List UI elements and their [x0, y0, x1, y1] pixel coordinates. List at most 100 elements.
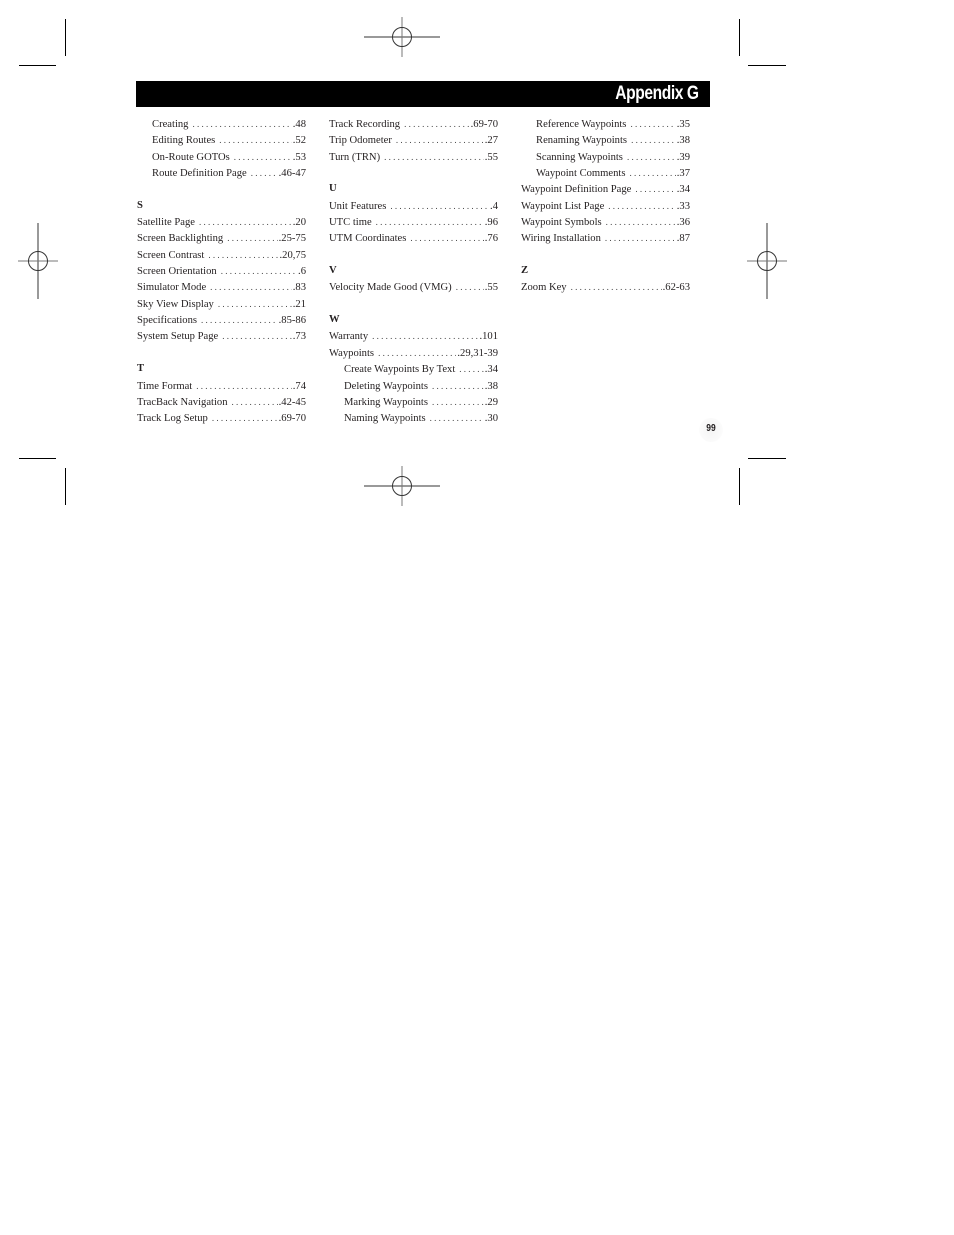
- entry-page-reference: .85-86: [278, 315, 306, 327]
- entry-page-reference: .55: [484, 151, 498, 163]
- index-entry: Time Format .74: [137, 378, 306, 394]
- entry-label: System Setup Page: [137, 331, 219, 343]
- entry-page-reference: .21: [292, 298, 306, 310]
- dot-leader: [218, 296, 292, 312]
- entry-label: Satellite Page: [137, 217, 195, 229]
- index-subentry: Scanning Waypoints .39: [521, 149, 690, 165]
- entry-label: Screen Orientation: [137, 266, 217, 278]
- crop-mark-bottom-left-vertical: [65, 468, 66, 505]
- index-column-3: Reference Waypoints .35 Renaming Waypoints…: [521, 116, 690, 296]
- entry-label: Warranty: [329, 331, 369, 343]
- crop-mark-top-left-horizontal: [19, 65, 56, 66]
- index-subentry: Deleting Waypoints .38: [329, 378, 498, 394]
- dot-leader: [227, 230, 277, 246]
- dot-leader: [251, 165, 278, 181]
- appendix-title: Appendix G: [615, 83, 700, 104]
- entry-label: Unit Features: [329, 200, 387, 212]
- dot-leader: [396, 132, 484, 148]
- entry-label: Track Recording: [329, 119, 401, 130]
- dot-leader: [219, 132, 291, 148]
- entry-page-reference: .55: [484, 282, 498, 294]
- entry-page-reference: .96: [484, 217, 498, 229]
- dot-leader: [208, 247, 278, 263]
- index-entry: Specifications .85-86: [137, 312, 306, 328]
- entry-label: Specifications: [137, 315, 198, 327]
- entry-label: Trip Odometer: [329, 135, 392, 147]
- entry-label: Waypoints: [329, 347, 375, 359]
- dot-leader: [404, 116, 470, 132]
- entry-page-reference: .39: [676, 151, 690, 163]
- entry-page-reference: .34: [676, 184, 690, 196]
- dot-leader: [606, 214, 676, 230]
- entry-page-reference: .87: [676, 233, 690, 245]
- dot-leader: [410, 230, 483, 246]
- dot-leader: [608, 198, 675, 214]
- registration-mark-right: [747, 223, 787, 299]
- entry-label: Creating: [152, 119, 189, 130]
- index-subentry: Creating .48: [137, 116, 306, 132]
- entry-page-reference: .30: [484, 413, 498, 425]
- dot-leader: [210, 279, 292, 295]
- crop-mark-top-right-horizontal: [748, 65, 786, 66]
- index-subentry: Reference Waypoints .35: [521, 116, 690, 132]
- entry-label: On-Route GOTOs: [152, 151, 230, 163]
- dot-leader: [201, 312, 278, 328]
- index-entry: UTM Coordinates .76: [329, 230, 498, 246]
- index-entry: Waypoint List Page .33: [521, 198, 690, 214]
- entry-page-reference: .6: [298, 266, 306, 278]
- index-entry: Velocity Made Good (VMG) .55: [329, 279, 498, 295]
- entry-label: TracBack Navigation: [137, 396, 228, 408]
- entry-page-reference: .38: [676, 135, 690, 147]
- dot-leader: [232, 394, 278, 410]
- crop-mark-bottom-right-vertical: [739, 468, 740, 505]
- entry-page-reference: .29: [484, 396, 498, 408]
- dot-leader: [384, 149, 484, 165]
- entry-page-reference: .101: [479, 331, 498, 343]
- dot-leader: [635, 181, 675, 197]
- crop-mark-top-right-vertical: [739, 19, 740, 56]
- entry-label: Renaming Waypoints: [536, 135, 628, 147]
- dot-leader: [630, 116, 675, 132]
- dot-leader: [390, 198, 489, 214]
- entry-page-reference: .20: [292, 217, 306, 229]
- index-entry: Waypoint Symbols .36: [521, 214, 690, 230]
- entry-page-reference: .46-47: [278, 168, 306, 180]
- entry-page-reference: .53: [292, 151, 306, 163]
- index-entry: Track Recording .69-70: [329, 116, 498, 132]
- dot-leader: [212, 410, 278, 426]
- dot-leader: [605, 230, 676, 246]
- entry-label: Waypoint Comments: [536, 168, 626, 180]
- registration-mark-top: [364, 17, 440, 57]
- entry-page-reference: .83: [292, 282, 306, 294]
- dot-leader: [221, 263, 297, 279]
- entry-label: Simulator Mode: [137, 282, 207, 294]
- section-letter-heading: W: [329, 314, 340, 326]
- index-entry: Screen Orientation .6: [137, 263, 306, 279]
- dot-leader: [192, 116, 291, 132]
- registration-mark-left: [18, 223, 58, 299]
- dot-leader: [430, 410, 484, 426]
- entry-label: Wiring Installation: [521, 233, 601, 245]
- entry-page-reference: .20,75: [279, 249, 306, 261]
- entry-label: Screen Contrast: [137, 249, 205, 261]
- entry-page-reference: .33: [676, 200, 690, 212]
- entry-page-reference: .29,31-39: [457, 347, 498, 359]
- index-subentry: On-Route GOTOs .53: [137, 149, 306, 165]
- index-subentry: Route Definition Page .46-47: [137, 165, 306, 181]
- index-entry: TracBack Navigation .42-45: [137, 394, 306, 410]
- entry-label: UTC time: [329, 217, 372, 229]
- entry-label: Marking Waypoints: [344, 396, 428, 408]
- entry-page-reference: .34: [484, 364, 498, 376]
- dot-leader: [629, 165, 675, 181]
- entry-page-reference: .25-75: [278, 233, 306, 245]
- index-subentry: Create Waypoints By Text .34: [329, 361, 498, 377]
- dot-leader: [376, 214, 484, 230]
- entry-page-reference: .37: [676, 168, 690, 180]
- index-entry: Turn (TRN) .55: [329, 149, 498, 165]
- dot-leader: [222, 328, 292, 344]
- entry-page-reference: .35: [676, 119, 690, 130]
